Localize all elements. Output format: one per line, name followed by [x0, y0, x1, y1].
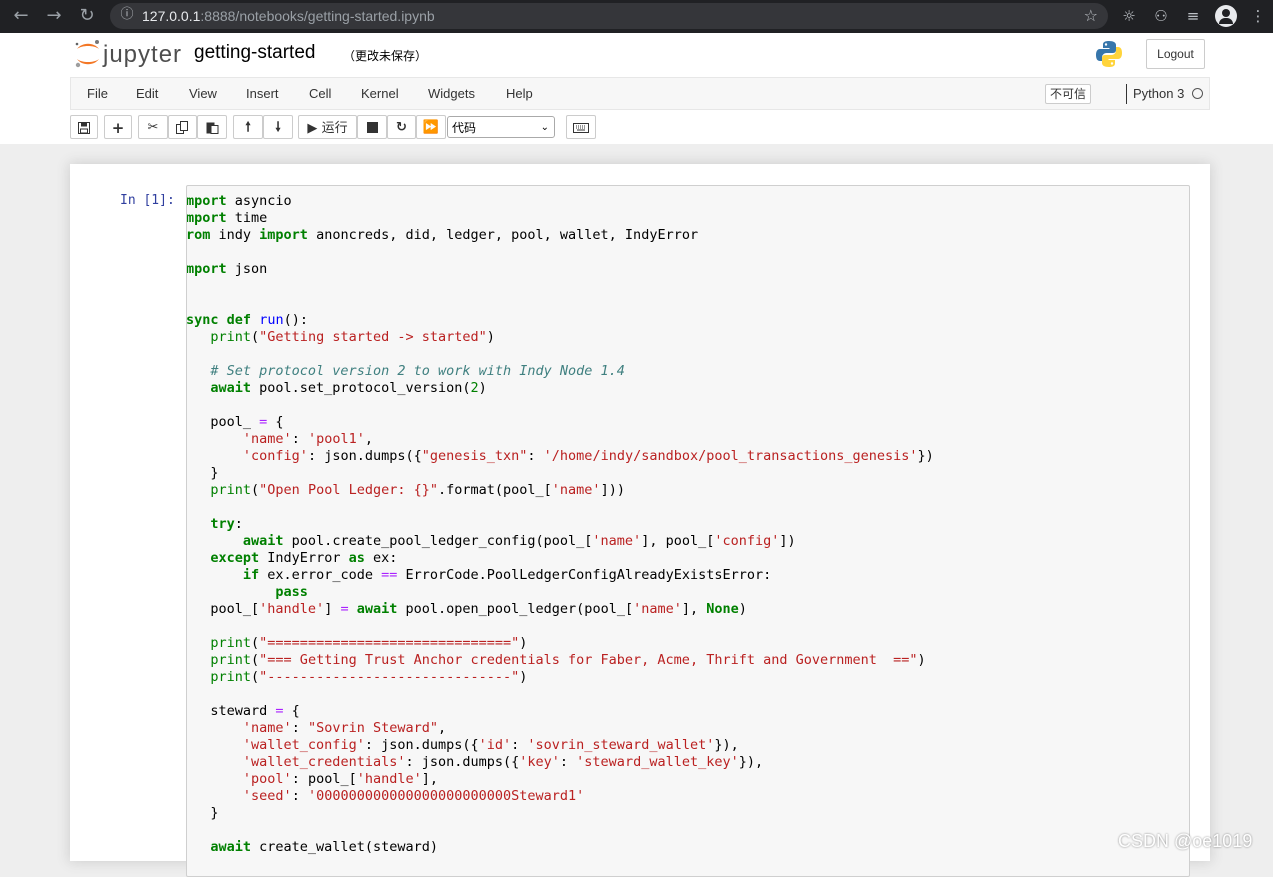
restart-icon: ↻ [396, 120, 407, 135]
insert-cell-button[interactable]: + [104, 115, 132, 139]
bookmark-star-icon[interactable]: ☆ [1084, 6, 1098, 26]
code-content[interactable]: mport asyncio mport time rom indy import… [187, 193, 934, 856]
jupyter-header: jupyter getting-started （更改未保存） Logout F… [0, 33, 1273, 144]
kernel-name[interactable]: Python 3 [1133, 86, 1184, 101]
jupyter-logo-text[interactable]: jupyter [103, 41, 182, 69]
restart-button[interactable]: ↻ [387, 115, 416, 139]
trust-button[interactable]: 不可信 [1045, 84, 1092, 104]
menu-insert[interactable]: Insert [246, 86, 279, 101]
kernel-divider [1126, 84, 1127, 104]
watermark: CSDN @oe1019 [1118, 831, 1253, 851]
extensions-puzzle-icon[interactable]: ⚇ [1151, 6, 1171, 26]
profile-avatar-icon[interactable] [1215, 5, 1237, 27]
kernel-idle-indicator-icon [1192, 88, 1203, 99]
copy-icon [176, 121, 188, 134]
run-button[interactable]: ▶ 运行 [298, 115, 357, 139]
logout-button[interactable]: Logout [1146, 39, 1205, 69]
save-status: （更改未保存） [343, 49, 428, 63]
jupyter-logo-icon[interactable] [74, 39, 102, 69]
paste-button[interactable] [197, 115, 227, 139]
interrupt-button[interactable] [357, 115, 387, 139]
play-icon: ▶ [307, 121, 318, 136]
restart-run-all-button[interactable]: ⏩ [416, 115, 446, 139]
move-up-button[interactable]: 🠕 [233, 115, 263, 139]
menu-bar: File Edit View Insert Cell Kernel Widget… [70, 77, 1210, 110]
menu-file[interactable]: File [87, 86, 108, 101]
chevron-down-icon: ⌄ [540, 122, 549, 133]
stop-icon [366, 122, 378, 133]
arrow-down-icon: 🠗 [275, 120, 281, 135]
back-arrow-icon[interactable]: ← [10, 5, 32, 27]
command-palette-button[interactable] [566, 115, 596, 139]
cut-button[interactable]: ✂ [138, 115, 168, 139]
notebook-name[interactable]: getting-started [194, 42, 315, 64]
cell-prompt: In [1]: [120, 193, 175, 208]
plus-icon: + [111, 119, 125, 137]
fast-forward-icon: ⏩ [422, 120, 440, 135]
extension-fox-icon[interactable]: ☼ [1119, 6, 1139, 26]
paste-icon [206, 122, 218, 134]
reading-list-icon[interactable]: ≡ [1183, 6, 1203, 26]
cell-type-value: 代码 [452, 121, 477, 135]
python-logo-icon [1096, 41, 1122, 67]
notebook-container: In [1]: mport asyncio mport time rom ind… [70, 164, 1210, 877]
menu-cell[interactable]: Cell [309, 86, 331, 101]
code-cell-editor[interactable]: mport asyncio mport time rom indy import… [186, 185, 1190, 877]
save-button[interactable] [70, 115, 98, 139]
info-icon[interactable]: ⓘ [119, 7, 135, 23]
menu-kernel[interactable]: Kernel [361, 86, 399, 101]
reload-icon[interactable]: ↻ [76, 5, 98, 27]
address-bar[interactable]: ⓘ 127.0.0.1:8888/notebooks/getting-start… [110, 3, 1108, 29]
notebook-toolbar: + ✂ 🠕 🠗 ▶ 运行 ↻ ⏩ 代码 ⌄ [70, 115, 1208, 141]
url-text[interactable]: 127.0.0.1:8888/notebooks/getting-started… [142, 7, 435, 25]
more-menu-icon[interactable]: ⋮ [1248, 6, 1268, 26]
menu-widgets[interactable]: Widgets [428, 86, 475, 101]
keyboard-icon [573, 123, 589, 133]
arrow-up-icon: 🠕 [245, 120, 251, 135]
menu-view[interactable]: View [189, 86, 217, 101]
menu-edit[interactable]: Edit [136, 86, 158, 101]
floppy-icon [78, 122, 90, 134]
cell-type-select[interactable]: 代码 ⌄ [447, 116, 555, 138]
menu-help[interactable]: Help [506, 86, 533, 101]
move-down-button[interactable]: 🠗 [263, 115, 293, 139]
copy-button[interactable] [168, 115, 197, 139]
forward-arrow-icon[interactable]: → [43, 5, 65, 27]
scissors-icon: ✂ [147, 120, 159, 135]
browser-toolbar: ← → ↻ ⓘ 127.0.0.1:8888/notebooks/getting… [0, 0, 1273, 33]
